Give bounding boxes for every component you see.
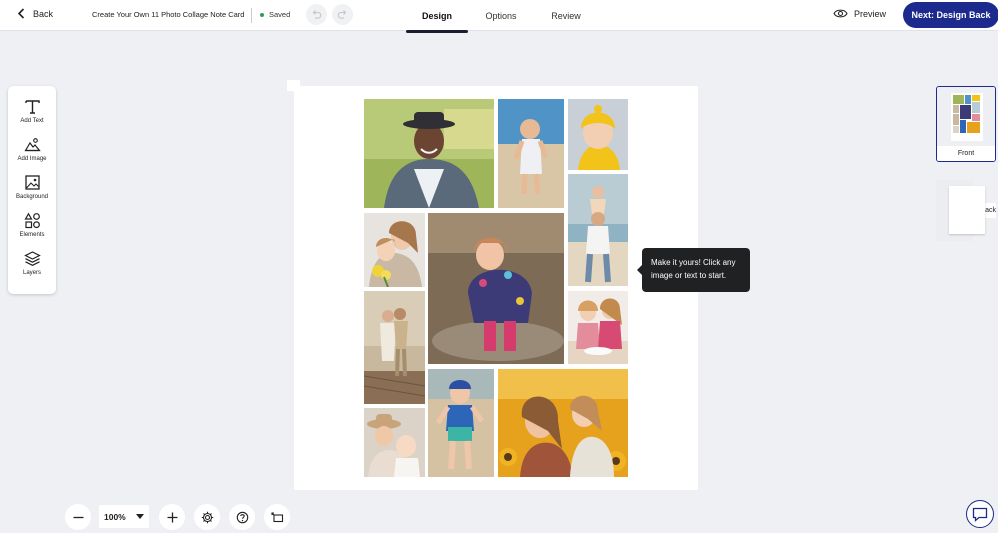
layers-icon (23, 251, 41, 266)
photo-couple-lake-dock[interactable] (364, 291, 425, 404)
fit-to-screen-button[interactable] (264, 504, 290, 530)
add-text-label: Add Text (20, 118, 44, 124)
undo-icon (312, 10, 322, 19)
redo-icon (337, 10, 347, 19)
chevron-left-icon (17, 8, 25, 19)
back-label: Back (33, 8, 54, 19)
add-image-label: Add Image (17, 156, 47, 162)
minus-icon (73, 516, 83, 518)
photo-child-puddle-boots[interactable] (428, 213, 564, 364)
page-thumbnail-back[interactable]: Back (936, 172, 996, 248)
help-button[interactable] (229, 504, 255, 530)
tab-review[interactable]: Review (542, 0, 590, 31)
top-bar: Back Create Your Own 11 Photo Collage No… (0, 0, 998, 33)
getting-started-tooltip: Make it yours! Click any image or text t… (637, 248, 750, 292)
elements-label: Elements (19, 232, 45, 238)
settings-button[interactable] (194, 504, 220, 530)
tab-options[interactable]: Options (476, 0, 526, 31)
document-title[interactable]: Create Your Own 11 Photo Collage Note Ca… (92, 10, 244, 19)
front-page-label: Front (937, 146, 995, 161)
eye-icon (833, 9, 848, 18)
divider (251, 8, 252, 23)
photo-boy-swimsuit-beach[interactable] (428, 369, 494, 477)
background-tool[interactable]: Background (8, 172, 56, 210)
gear-icon (201, 511, 213, 523)
preview-label: Preview (854, 8, 887, 19)
zoom-level-select[interactable]: 100% (99, 505, 149, 528)
help-icon (236, 511, 248, 523)
zoom-in-button[interactable] (159, 504, 185, 530)
preview-button[interactable]: Preview (833, 8, 886, 19)
card-canvas (294, 86, 698, 490)
zoom-out-button[interactable] (65, 504, 91, 530)
plus-icon (167, 512, 177, 522)
save-status: Saved (260, 10, 290, 19)
shapes-icon (23, 212, 40, 229)
tab-design[interactable]: Design (406, 0, 468, 33)
photo-mother-daughter-flowers[interactable] (364, 213, 425, 287)
layers-tool[interactable]: Layers (8, 248, 56, 286)
add-image-tool[interactable]: Add Image (8, 134, 56, 172)
background-label: Background (15, 194, 49, 200)
redo-button[interactable] (332, 4, 353, 25)
save-status-label: Saved (269, 10, 291, 19)
design-toolbar: Add Text Add Image Background Elements L… (8, 86, 56, 294)
zoom-value: 100% (104, 511, 126, 522)
layers-label: Layers (22, 270, 41, 276)
back-button[interactable]: Back (17, 8, 53, 19)
photo-smiling-man-hat[interactable] (364, 99, 494, 208)
text-icon (24, 100, 40, 114)
photo-girls-baking[interactable] (568, 291, 628, 364)
photo-baby-yellow-hat[interactable] (568, 99, 628, 170)
elements-tool[interactable]: Elements (8, 210, 56, 248)
photo-father-child-shoulders-beach[interactable] (568, 174, 628, 286)
photo-mother-baby-sunhat[interactable] (364, 408, 425, 477)
front-preview-graphic (951, 93, 983, 141)
back-thumbnail-image (936, 179, 985, 241)
saved-dot-icon (260, 12, 264, 17)
photo-mother-daughter-sunflowers[interactable] (498, 369, 628, 477)
crop-fit-icon (270, 511, 283, 522)
blank-card-graphic (949, 185, 985, 234)
front-thumbnail-image (937, 87, 995, 146)
add-text-tool[interactable]: Add Text (8, 96, 56, 134)
background-icon (24, 175, 40, 190)
chat-support-button[interactable] (966, 500, 994, 528)
next-design-back-button[interactable]: Next: Design Back (903, 2, 998, 28)
undo-button[interactable] (306, 4, 327, 25)
chat-icon (972, 507, 988, 522)
image-add-icon (23, 138, 41, 152)
page-thumbnail-front[interactable]: Front (936, 86, 996, 162)
caret-down-icon (136, 514, 144, 519)
photo-toddler-beach-walking[interactable] (498, 99, 564, 208)
